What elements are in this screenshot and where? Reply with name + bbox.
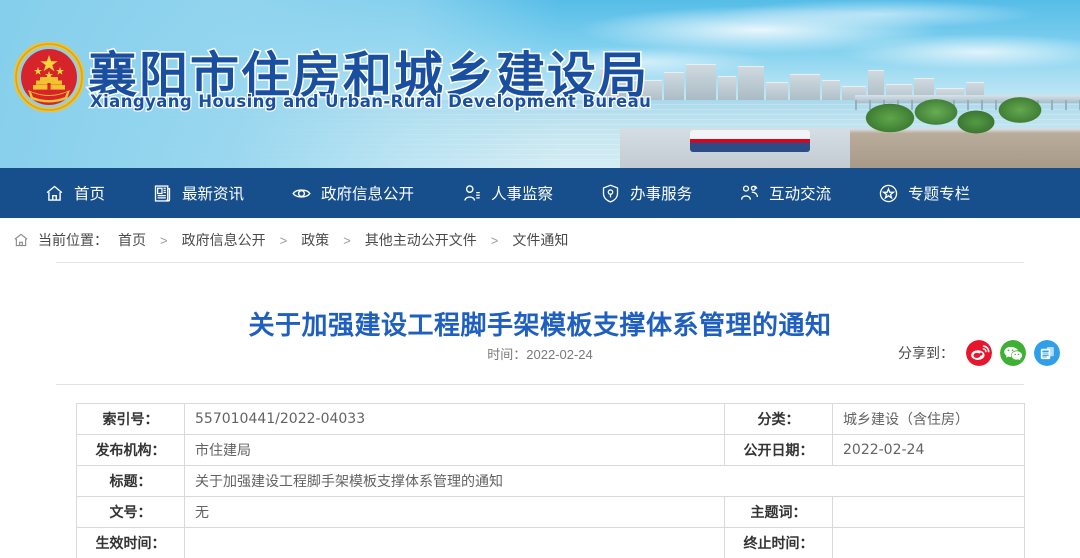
cell-key-issuer: 发布机构： [76,434,185,466]
breadcrumb-item-4[interactable]: 文件通知 [512,230,568,250]
breadcrumb-separator: > [160,232,168,248]
breadcrumb-item-3[interactable]: 其他主动公开文件 [365,230,477,250]
banner-greenery [850,96,1080,168]
article-divider [56,384,1024,385]
home-icon [46,185,63,201]
table-row: 文号： 无 主题词： [76,496,1025,528]
cell-key-effective-date: 生效时间： [76,527,185,558]
people-chat-icon [741,184,759,200]
article-meta: 时间：2022-02-24 分享到： [0,340,1080,374]
home-outline-icon [14,233,28,247]
cell-value-doc-title: 关于加强建设工程脚手架模板支撑体系管理的通知 [184,465,1025,497]
cell-key-category: 分类： [724,403,833,435]
breadcrumb-divider [56,262,1024,263]
china-national-emblem-icon [14,42,84,112]
nav-label-interaction: 互动交流 [769,185,832,203]
breadcrumb: 当前位置： 首页 > 政府信息公开 > 政策 > 其他主动公开文件 > 文件通知 [0,218,1080,262]
wechat-icon[interactable] [1000,340,1026,366]
nav-label-gov-info: 政府信息公开 [321,185,415,203]
nav-item-interaction[interactable]: 互动交流 [739,182,831,204]
nav-item-news[interactable]: 最新资讯 [152,182,244,204]
document-info-table: 索引号： 557010441/2022-04033 分类： 城乡建设（含住房） … [76,403,1025,558]
cell-value-keywords [832,496,1025,528]
weibo-icon[interactable] [966,340,992,366]
breadcrumb-label: 当前位置： [38,232,108,248]
cell-value-effective-date [184,527,725,558]
cell-value-issuer: 市住建局 [184,434,725,466]
cell-key-keywords: 主题词： [724,496,833,528]
cell-value-expiry-date [832,527,1025,558]
table-row: 发布机构： 市住建局 公开日期： 2022-02-24 [76,434,1025,466]
breadcrumb-item-1[interactable]: 政府信息公开 [182,230,266,250]
table-row: 标题： 关于加强建设工程脚手架模板支撑体系管理的通知 [76,465,1025,497]
nav-item-topics[interactable]: 专题专栏 [878,182,970,204]
nav-label-topics: 专题专栏 [908,185,971,203]
breadcrumb-item-2[interactable]: 政策 [301,230,329,250]
cell-key-doc-no: 文号： [76,496,185,528]
cell-key-expiry-date: 终止时间： [724,527,833,558]
banner-boat [690,130,810,152]
page-root: 襄阳市住房和城乡建设局 Xiangyang Housing and Urban-… [0,0,1080,558]
site-banner: 襄阳市住房和城乡建设局 Xiangyang Housing and Urban-… [0,0,1080,168]
cell-key-index-no: 索引号： [76,403,185,435]
breadcrumb-separator: > [490,232,499,248]
cell-value-index-no: 557010441/2022-04033 [184,403,725,435]
page-title: 关于加强建设工程脚手架模板支撑体系管理的通知 [248,311,832,342]
nav-item-home[interactable]: 首页 [44,182,105,204]
shield-location-icon [602,184,619,203]
cell-key-public-date: 公开日期： [724,434,833,466]
table-row: 生效时间： 终止时间： 来源： [76,527,1025,558]
nav-label-news: 最新资讯 [182,185,245,203]
person-icon [464,184,480,201]
copy-icon[interactable] [1034,340,1060,366]
cell-key-doc-title: 标题： [76,465,185,497]
eye-icon [292,188,311,198]
nav-label-personnel: 人事监察 [491,185,554,203]
breadcrumb-item-0[interactable]: 首页 [118,230,146,250]
main-navigation: 首页 最新资讯 政府信息公开 人事监察 办事服务 互动交流 专题专栏 [0,168,1080,218]
cell-value-category: 城乡建设（含住房） [832,403,1025,435]
nav-item-gov-info[interactable]: 政府信息公开 [291,182,414,204]
share-bar: 分享到： [898,340,1060,366]
nav-label-services: 办事服务 [630,185,693,203]
breadcrumb-separator: > [279,232,288,248]
table-row: 索引号： 557010441/2022-04033 分类： 城乡建设（含住房） [76,403,1025,435]
share-label: 分享到： [898,345,954,361]
cell-value-public-date: 2022-02-24 [832,434,1025,466]
star-circle-icon [879,184,898,202]
breadcrumb-separator: > [343,232,351,248]
cell-value-doc-no: 无 [184,496,725,528]
nav-label-home: 首页 [74,185,106,203]
nav-item-personnel[interactable]: 人事监察 [461,182,553,204]
nav-item-services[interactable]: 办事服务 [600,182,692,204]
news-icon [154,184,171,202]
site-title-en: Xiangyang Housing and Urban-Rural Develo… [89,91,652,112]
